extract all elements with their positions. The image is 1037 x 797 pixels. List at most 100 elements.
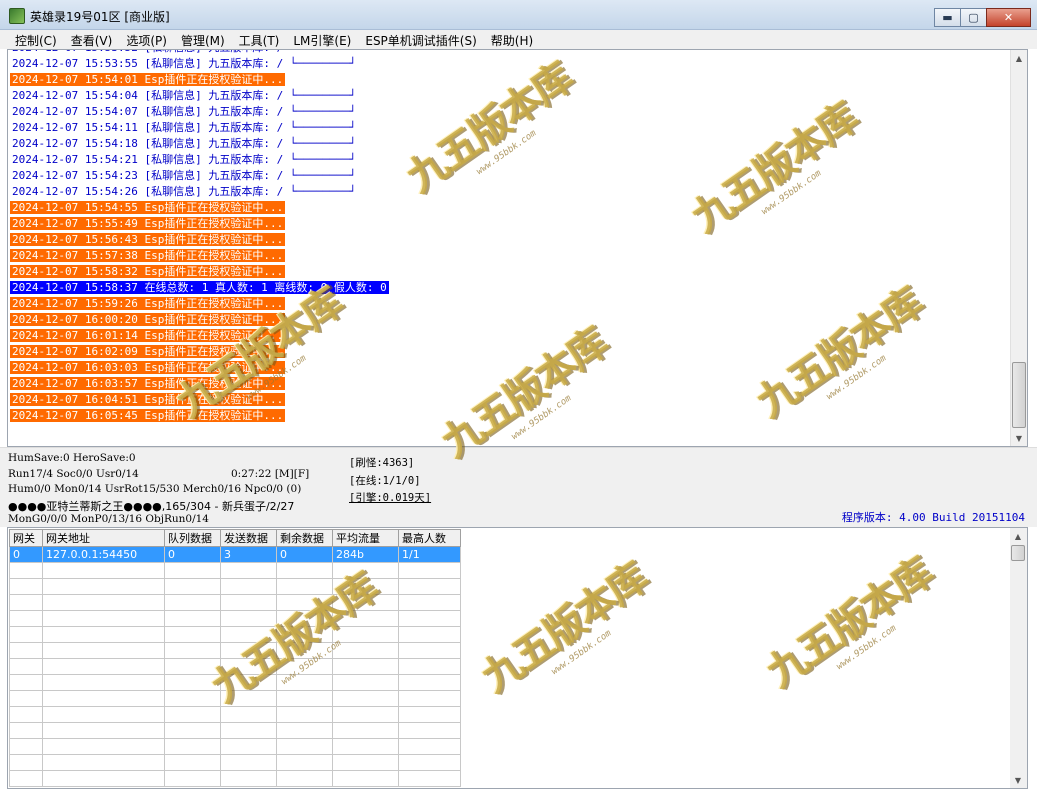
table-row-empty[interactable] [9,754,461,771]
table-row-empty[interactable] [9,642,461,659]
log-line[interactable]: 2024-12-07 15:54:23 [私聊信息] 九五版本库: / └───… [10,168,389,184]
grid-scroll-up-icon[interactable]: ▲ [1010,528,1026,544]
table-cell-empty [276,674,333,691]
table-row-empty[interactable] [9,578,461,595]
table-row[interactable]: 0 127.0.0.1:54450 0 3 0 284b 1/1 [9,546,461,563]
log-line[interactable]: 2024-12-07 16:03:57 Esp插件正在授权验证中... [10,376,389,392]
cell-gateway: 0 [9,546,43,563]
table-cell-empty [220,754,277,771]
table-cell-empty [332,626,399,643]
log-line[interactable]: 2024-12-07 15:53:55 [私聊信息] 九五版本库: / └───… [10,56,389,72]
table-row-empty[interactable] [9,674,461,691]
menu-esp-plugin[interactable]: ESP单机调试插件(S) [358,30,483,49]
col-max-users[interactable]: 最高人数 [398,529,461,547]
menu-help[interactable]: 帮助(H) [484,30,540,49]
table-row-empty[interactable] [9,770,461,787]
grid-scroll-down-icon[interactable]: ▼ [1010,772,1026,788]
table-cell-empty [276,706,333,723]
log-line[interactable]: 2024-12-07 15:56:43 Esp插件正在授权验证中... [10,232,389,248]
table-row-empty[interactable] [9,690,461,707]
table-cell-empty [332,578,399,595]
table-cell-empty [9,674,43,691]
log-line-text: 2024-12-07 16:05:45 Esp插件正在授权验证中... [10,409,286,422]
table-row-empty[interactable] [9,626,461,643]
col-remain-data[interactable]: 剩余数据 [276,529,333,547]
log-line[interactable]: 2024-12-07 15:54:04 [私聊信息] 九五版本库: / └───… [10,88,389,104]
table-cell-empty [276,722,333,739]
log-line[interactable]: 2024-12-07 16:02:09 Esp插件正在授权验证中... [10,344,389,360]
log-line[interactable]: 2024-12-07 16:04:51 Esp插件正在授权验证中... [10,392,389,408]
scroll-down-icon[interactable]: ▼ [1011,430,1027,446]
log-line[interactable]: 2024-12-07 15:54:07 [私聊信息] 九五版本库: / └───… [10,104,389,120]
grid-scroll-thumb[interactable] [1011,545,1025,561]
table-row-empty[interactable] [9,658,461,675]
menu-lm-engine[interactable]: LM引擎(E) [286,30,358,49]
menu-tools[interactable]: 工具(T) [232,30,287,49]
table-cell-empty [398,706,461,723]
table-cell-empty [220,594,277,611]
log-line[interactable]: 2024-12-07 15:57:38 Esp插件正在授权验证中... [10,248,389,264]
table-cell-empty [276,578,333,595]
log-line[interactable]: 2024-12-07 15:54:21 [私聊信息] 九五版本库: / └───… [10,152,389,168]
col-gateway-address[interactable]: 网关地址 [42,529,165,547]
log-line[interactable]: 2024-12-07 16:05:45 Esp插件正在授权验证中... [10,408,389,424]
log-line-text: 2024-12-07 15:54:07 [私聊信息] 九五版本库: / └───… [12,105,357,118]
log-line[interactable]: 2024-12-07 15:54:11 [私聊信息] 九五版本库: / └───… [10,120,389,136]
cell-avg-traffic: 284b [332,546,399,563]
col-gateway[interactable]: 网关 [9,529,43,547]
refresh-status: [刷怪:4363] [349,457,415,469]
log-line[interactable]: 2024-12-07 16:03:03 Esp插件正在授权验证中... [10,360,389,376]
col-avg-traffic[interactable]: 平均流量 [332,529,399,547]
log-line[interactable]: 2024-12-07 15:53:52 [私聊信息] 九五版本库: / └───… [10,50,389,56]
gateway-grid[interactable]: 网关 网关地址 队列数据 发送数据 剩余数据 平均流量 最高人数 0 127.0… [7,527,1028,789]
log-line[interactable]: 2024-12-07 15:54:26 [私聊信息] 九五版本库: / └───… [10,184,389,200]
engine-status: [引擎:0.019天] [349,492,432,504]
scroll-thumb[interactable] [1012,362,1026,428]
menu-control[interactable]: 控制(C) [8,30,64,49]
col-send-data[interactable]: 发送数据 [220,529,277,547]
log-line[interactable]: 2024-12-07 15:54:55 Esp插件正在授权验证中... [10,200,389,216]
table-cell-empty [276,770,333,787]
table-cell-empty [164,706,221,723]
table-cell-empty [164,754,221,771]
table-row-empty[interactable] [9,706,461,723]
log-panel[interactable]: 2024-12-07 15:53:52 [私聊信息] 九五版本库: / └───… [7,49,1028,447]
online-status: [在线:1/1/0] [349,475,421,487]
log-line[interactable]: 2024-12-07 15:59:26 Esp插件正在授权验证中... [10,296,389,312]
log-line[interactable]: 2024-12-07 15:58:37 在线总数: 1 真人数: 1 离线数: … [10,280,389,296]
log-line-text: 2024-12-07 15:57:38 Esp插件正在授权验证中... [10,249,286,262]
table-cell-empty [332,562,399,579]
table-row-empty[interactable] [9,738,461,755]
menu-options[interactable]: 选项(P) [119,30,174,49]
log-line[interactable]: 2024-12-07 15:58:32 Esp插件正在授权验证中... [10,264,389,280]
close-button[interactable]: ✕ [986,8,1031,27]
log-line[interactable]: 2024-12-07 16:01:14 Esp插件正在授权验证中... [10,328,389,344]
scroll-up-icon[interactable]: ▲ [1011,50,1027,66]
table-cell-empty [398,674,461,691]
menu-view[interactable]: 查看(V) [64,30,120,49]
table-row-empty[interactable] [9,594,461,611]
table-cell-empty [164,738,221,755]
menu-manage[interactable]: 管理(M) [174,30,232,49]
table-cell-empty [220,706,277,723]
table-cell-empty [42,578,165,595]
col-queue-data[interactable]: 队列数据 [164,529,221,547]
log-line[interactable]: 2024-12-07 16:00:20 Esp插件正在授权验证中... [10,312,389,328]
table-row-empty[interactable] [9,562,461,579]
log-line[interactable]: 2024-12-07 15:54:01 Esp插件正在授权验证中... [10,72,389,88]
log-scrollbar[interactable]: ▲ ▼ [1010,50,1027,446]
table-row-empty[interactable] [9,610,461,627]
log-line[interactable]: 2024-12-07 15:54:18 [私聊信息] 九五版本库: / └───… [10,136,389,152]
table-row-empty[interactable] [9,722,461,739]
table-cell-empty [42,610,165,627]
table-cell-empty [398,562,461,579]
table-cell-empty [332,658,399,675]
log-line[interactable]: 2024-12-07 15:55:49 Esp插件正在授权验证中... [10,216,389,232]
grid-scrollbar[interactable]: ▲ ▼ [1010,528,1027,788]
minimize-button[interactable]: ▬ [934,8,961,27]
table-cell-empty [164,626,221,643]
title-bar[interactable]: 英雄录19号01区 [商业版] ▬ ▢ ✕ [0,0,1037,30]
maximize-button[interactable]: ▢ [960,8,987,27]
table-cell-empty [220,658,277,675]
table-cell-empty [164,594,221,611]
